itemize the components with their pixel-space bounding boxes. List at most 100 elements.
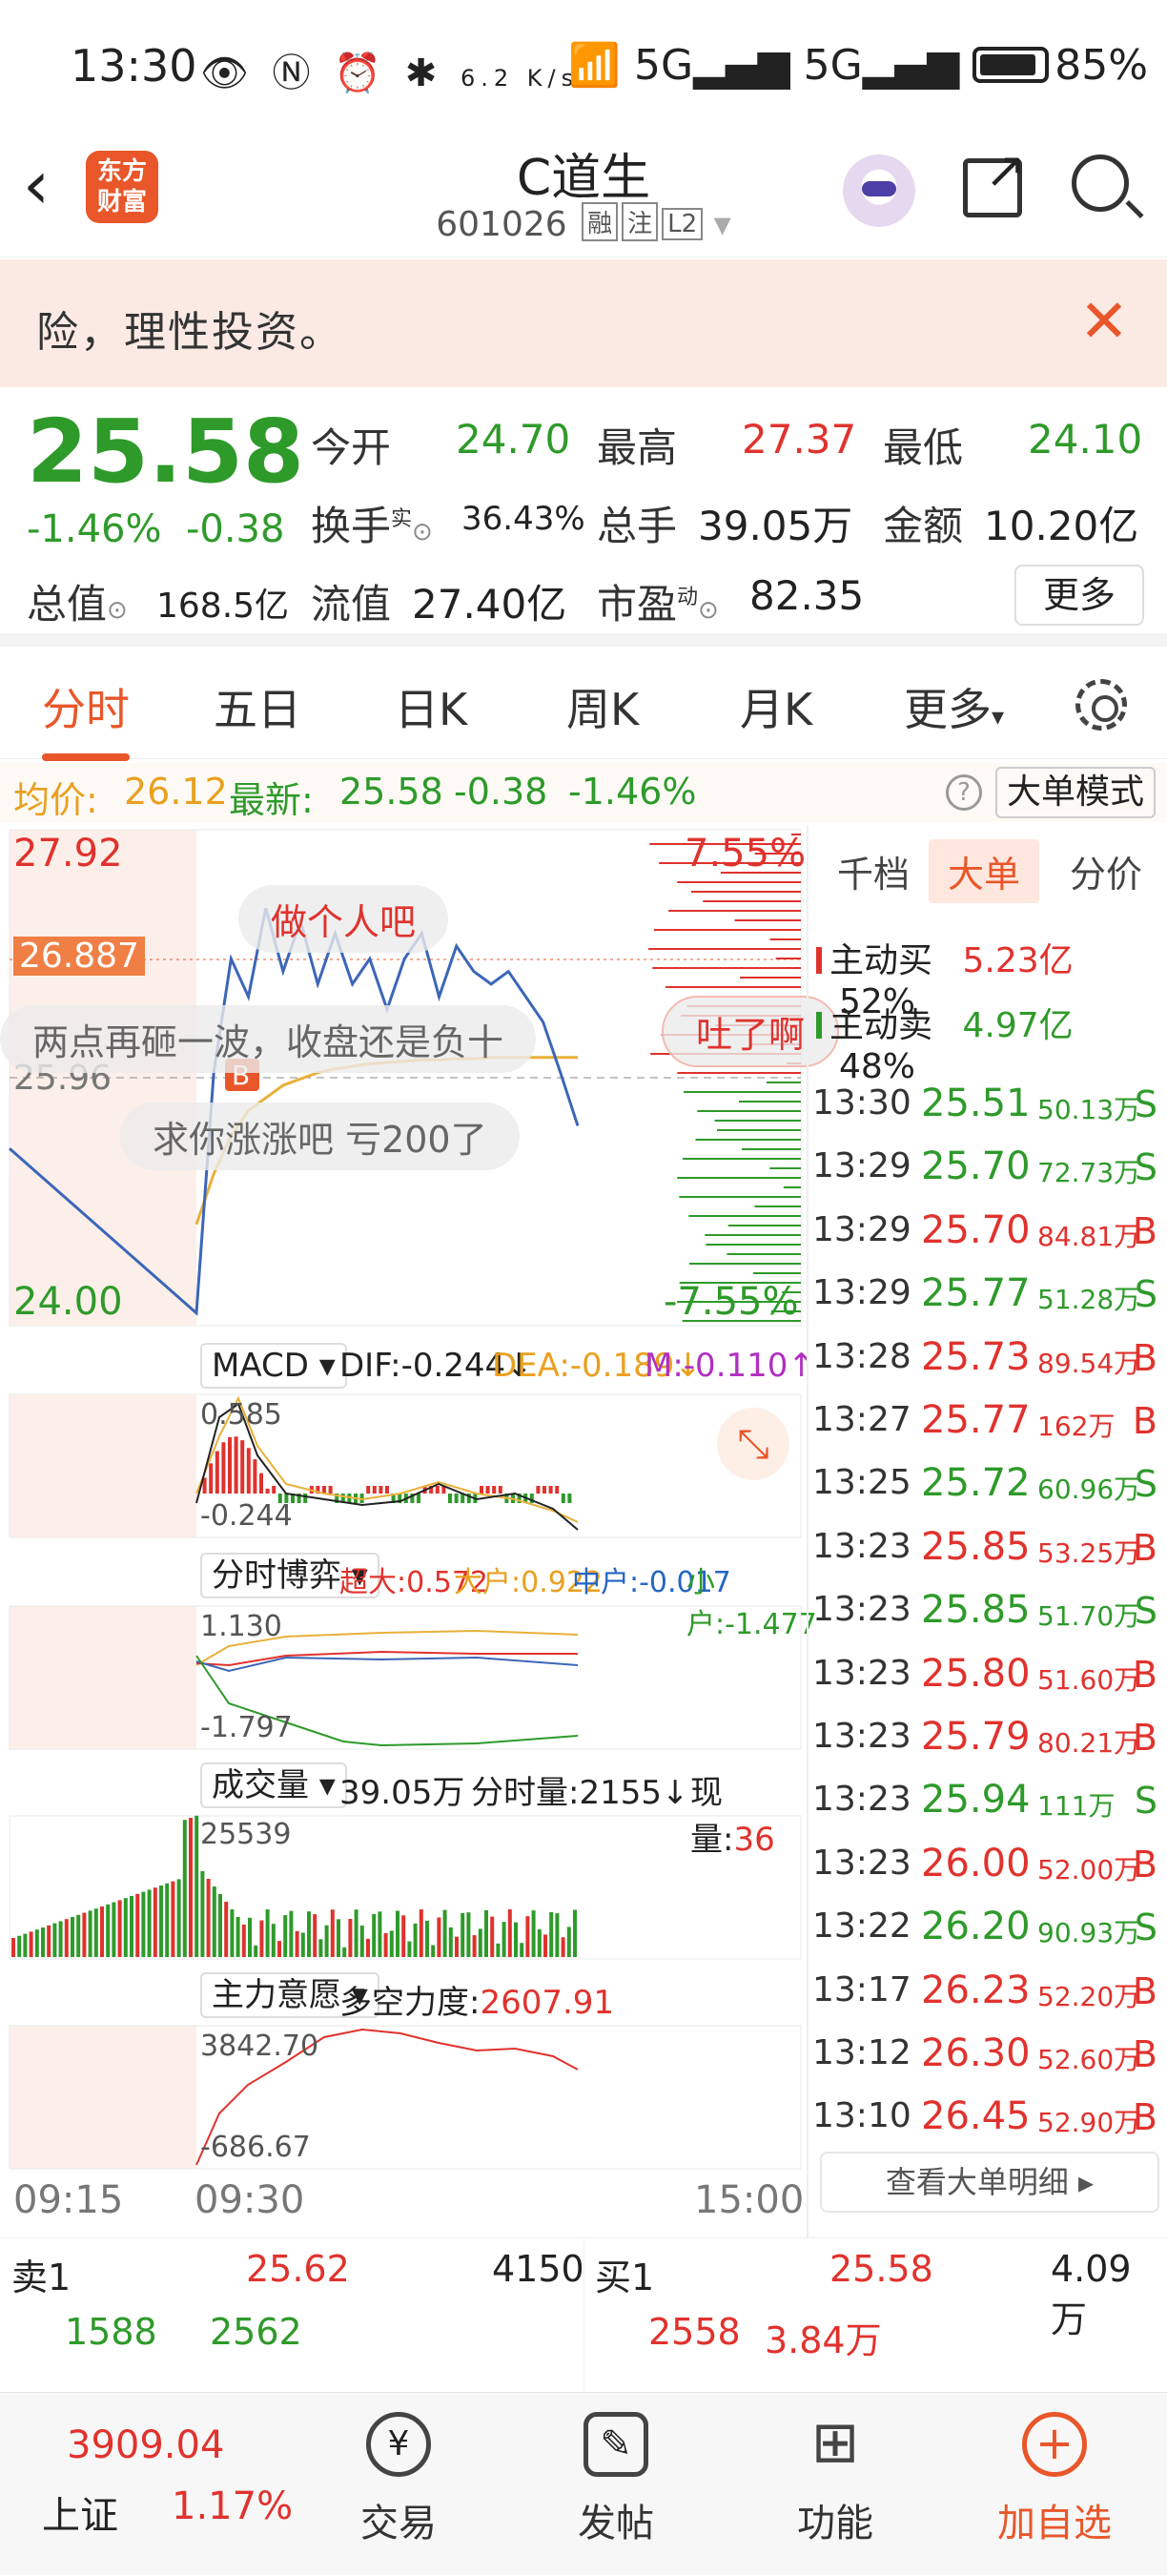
trade-side: B: [1132, 1653, 1157, 1696]
volume-bar: [165, 1883, 170, 1957]
trade-time: 13:23: [812, 1653, 911, 1693]
y-low-label: 24.00: [13, 1280, 123, 1324]
edit-icon: ✎: [584, 2412, 648, 2477]
table-row[interactable]: 13:23 25.80 51.60万 B: [812, 1642, 1165, 1705]
avg-value: 26.12: [124, 771, 228, 813]
tab-big-order[interactable]: 大单: [929, 839, 1040, 903]
tab-monthly-k[interactable]: 月K: [740, 675, 812, 738]
table-row[interactable]: 13:23 25.94 111万 S: [812, 1768, 1165, 1831]
volume-bar: [401, 1915, 406, 1957]
stock-code: 601026: [436, 205, 567, 244]
tab-five-day[interactable]: 五日: [214, 675, 301, 738]
trade-time: 13:10: [812, 2096, 911, 2136]
table-row[interactable]: 13:23 25.79 80.21万 B: [812, 1705, 1165, 1768]
table-row[interactable]: 13:23 25.85 51.70万 S: [812, 1578, 1165, 1641]
table-row[interactable]: 13:29 25.70 72.73万 S: [812, 1135, 1165, 1198]
danmu-comment[interactable]: 求你涨涨吧 亏200了: [120, 1103, 520, 1170]
volume-bar: [472, 1935, 477, 1957]
volume-bar: [537, 1928, 542, 1957]
big-order-mode-button[interactable]: 大单模式: [995, 767, 1156, 818]
depth-bar: [739, 1101, 801, 1103]
volume-bar: [141, 1891, 146, 1957]
depth-bar: [677, 1177, 801, 1179]
table-row[interactable]: 13:30 25.51 50.13万 S: [812, 1072, 1165, 1135]
nav-trade[interactable]: ¥ 交易: [303, 2393, 494, 2576]
trade-volume: 90.93万: [1037, 1917, 1141, 1949]
trade-price: 26.45: [921, 2094, 1031, 2139]
tab-weekly-k[interactable]: 周K: [566, 675, 639, 738]
macd-bottom-label: -0.244: [200, 1499, 293, 1533]
view-detail-button[interactable]: 查看大单明细 ▸: [820, 2152, 1159, 2213]
depth-bar: [753, 1272, 801, 1274]
tab-price-dist[interactable]: 分价: [1070, 845, 1142, 897]
nav-functions[interactable]: ⊞ 功能: [740, 2393, 931, 2576]
game-bottom-label: -1.797: [200, 1711, 293, 1744]
volume-bar: [17, 1935, 22, 1957]
danmu-comment[interactable]: 两点再砸一波，收盘还是负十: [0, 1005, 537, 1073]
volume-bar: [283, 1915, 288, 1957]
table-row[interactable]: 13:27 25.77 162万 B: [812, 1389, 1165, 1452]
index-ticker[interactable]: 3909.04 上证 1.17%: [19, 2393, 305, 2576]
more-button[interactable]: 更多: [1014, 565, 1144, 626]
intraday-chart[interactable]: B 27.92 24.00 7.55% -7.55% 26.887 25.96 …: [0, 826, 840, 2237]
table-row[interactable]: 13:28 25.73 89.54万 B: [812, 1326, 1165, 1389]
table-row[interactable]: 13:10 26.45 52.90万 B: [812, 2085, 1165, 2148]
macd-bar: [253, 1459, 257, 1494]
y-high-label: 27.92: [13, 832, 123, 876]
volume-bar: [337, 1919, 340, 1957]
volume-total: 39.05万: [339, 1774, 465, 1812]
trade-time: 13:23: [812, 1780, 911, 1820]
danmu-comment[interactable]: 做个人吧: [238, 885, 449, 953]
macd-bar: [492, 1486, 497, 1494]
trade-volume: 72.73万: [1037, 1157, 1141, 1189]
gear-icon[interactable]: [1075, 679, 1127, 731]
table-row[interactable]: 13:17 26.23 52.20万 B: [812, 1959, 1165, 2022]
trade-time: 13:23: [812, 1590, 911, 1630]
expand-icon[interactable]: ⤡: [717, 1408, 789, 1480]
low-value: 24.10: [1028, 416, 1143, 463]
close-icon[interactable]: ✕: [1079, 286, 1129, 356]
nav-trade-label: 交易: [360, 2502, 437, 2545]
volume-bar: [307, 1911, 311, 1957]
avg-label: 均价:: [13, 779, 98, 821]
trade-volume: 52.20万: [1037, 1980, 1141, 2012]
tab-depth[interactable]: 千档: [837, 845, 910, 897]
trade-time: 13:27: [812, 1400, 911, 1439]
volume-bar: [561, 1937, 565, 1957]
share-icon[interactable]: [963, 142, 1027, 217]
assistant-robot-icon[interactable]: [843, 155, 915, 227]
tab-daily-k[interactable]: 日K: [395, 675, 467, 738]
table-row[interactable]: 13:25 25.72 60.96万 S: [812, 1452, 1165, 1515]
trade-side: B: [1132, 1969, 1157, 2012]
nav-post-label: 发帖: [578, 2502, 654, 2545]
table-row[interactable]: 13:23 25.85 53.25万 B: [812, 1515, 1165, 1578]
volume-bar: [531, 1910, 536, 1957]
table-row[interactable]: 13:23 26.00 52.00万 B: [812, 1832, 1165, 1895]
volume-bar: [189, 1818, 193, 1957]
help-icon[interactable]: ?: [946, 774, 982, 811]
table-row[interactable]: 13:22 26.20 90.93万 S: [812, 1895, 1165, 1958]
nav-add-watchlist[interactable]: + 加自选: [959, 2393, 1150, 2576]
trade-side: S: [1134, 1906, 1157, 1949]
trade-time: 13:30: [812, 1083, 911, 1123]
table-row[interactable]: 13:12 26.30 52.60万 B: [812, 2022, 1165, 2085]
volume-bar: [566, 1927, 571, 1957]
amount-value: 10.20亿: [984, 503, 1139, 549]
macd-selector[interactable]: MACD ▾: [200, 1343, 347, 1389]
trade-price: 25.94: [921, 1778, 1031, 1823]
table-row[interactable]: 13:29 25.70 84.81万 B: [812, 1199, 1165, 1262]
trade-side: B: [1132, 1717, 1157, 1759]
tab-more[interactable]: 更多▾: [904, 675, 1004, 738]
tab-intraday[interactable]: 分时: [42, 675, 130, 761]
table-row[interactable]: 13:29 25.77 51.28万 S: [812, 1262, 1165, 1325]
nav-post[interactable]: ✎ 发帖: [521, 2393, 711, 2576]
quote-panel: 25.58 -1.46% -0.38 今开 24.70 最高 27.37 最低 …: [0, 389, 1167, 647]
volume-label: 总手: [597, 503, 678, 549]
depth-bar: [767, 1082, 801, 1083]
dropdown-icon[interactable]: ▾: [714, 205, 731, 244]
volume-selector[interactable]: 成交量 ▾: [200, 1762, 347, 1808]
game-top-label: 1.130: [200, 1610, 282, 1643]
search-icon[interactable]: [1072, 155, 1129, 212]
volume-bar: [265, 1909, 270, 1957]
amount-label: 金额: [883, 503, 964, 549]
